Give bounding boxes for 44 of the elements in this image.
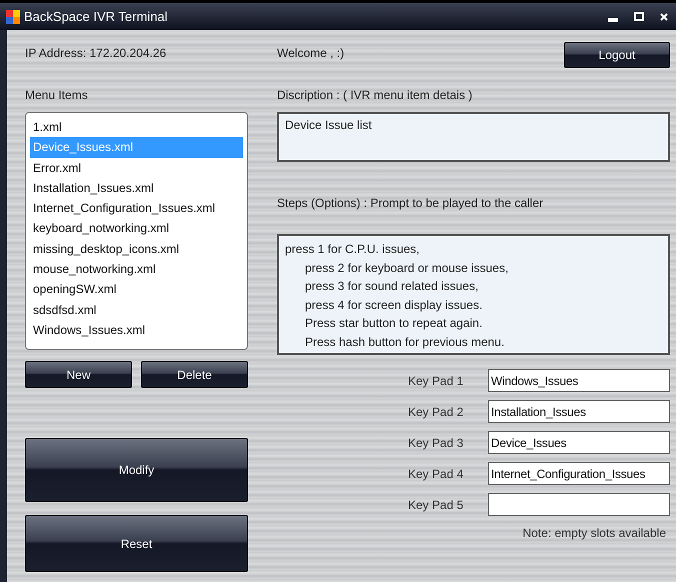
modify-button[interactable]: Modify xyxy=(25,438,248,502)
key-pad-label: Key Pad 5 xyxy=(408,496,464,514)
welcome-label: Welcome , :) xyxy=(277,45,346,62)
maximize-icon[interactable] xyxy=(634,12,644,21)
key-pad-field[interactable]: Installation_Issues xyxy=(488,400,670,423)
key-pad-field[interactable] xyxy=(488,493,670,516)
menu-item[interactable]: Internet_Configuration_Issues.xml xyxy=(30,198,243,218)
delete-button[interactable]: Delete xyxy=(141,361,248,388)
menu-item[interactable]: missing_desktop_icons.xml xyxy=(30,238,243,260)
menu-item[interactable]: openingSW.xml xyxy=(30,279,243,300)
close-icon[interactable] xyxy=(660,12,668,20)
key-pad-field[interactable]: Windows_Issues xyxy=(488,369,670,392)
reset-button[interactable]: Reset xyxy=(25,515,248,572)
steps-line: Press star button to repeat again. xyxy=(305,315,484,332)
steps-line: press 1 for C.P.U. issues, xyxy=(285,241,420,258)
key-pad-field[interactable]: Internet_Configuration_Issues xyxy=(488,462,670,485)
note-text: Note: empty slots available xyxy=(522,525,666,542)
logout-button[interactable]: Logout xyxy=(564,42,670,68)
description-field[interactable]: Device Issue list xyxy=(277,112,670,162)
new-button[interactable]: New xyxy=(25,361,132,388)
menu-item[interactable]: Error.xml xyxy=(30,158,243,178)
steps-line: press 4 for screen display issues. xyxy=(305,296,484,314)
key-pad-label: Key Pad 1 xyxy=(408,372,464,390)
minimize-icon[interactable] xyxy=(608,18,618,22)
menu-item[interactable]: keyboard_notworking.xml xyxy=(30,218,243,239)
window-title: BackSpace IVR Terminal xyxy=(24,8,168,26)
steps-field[interactable] xyxy=(277,234,670,355)
app-icon xyxy=(6,10,20,24)
steps-line: press 3 for sound related issues, xyxy=(305,278,480,295)
description-label: Discription : ( IVR menu item detais ) xyxy=(277,87,474,104)
steps-line: Press hash button for previous menu. xyxy=(305,334,506,350)
menu-item[interactable]: 1.xml xyxy=(30,117,243,138)
key-pad-label: Key Pad 4 xyxy=(408,466,464,482)
menu-item[interactable]: Windows_Issues.xml xyxy=(30,320,243,340)
steps-line: press 2 for keyboard or mouse issues, xyxy=(305,260,510,276)
key-pad-label: Key Pad 3 xyxy=(408,434,464,452)
ip-address-label: IP Address: 172.20.204.26 xyxy=(25,45,168,62)
key-pad-field[interactable]: Device_Issues xyxy=(488,431,670,454)
menu-item[interactable]: sdsdfsd.xml xyxy=(30,300,243,320)
menu-item[interactable]: Installation_Issues.xml xyxy=(30,178,243,198)
menu-item[interactable]: mouse_notworking.xml xyxy=(30,259,243,280)
menu-items-label: Menu Items xyxy=(25,87,89,104)
key-pad-label: Key Pad 2 xyxy=(408,404,464,420)
steps-label: Steps (Options) : Prompt to be played to the caller xyxy=(277,195,544,212)
